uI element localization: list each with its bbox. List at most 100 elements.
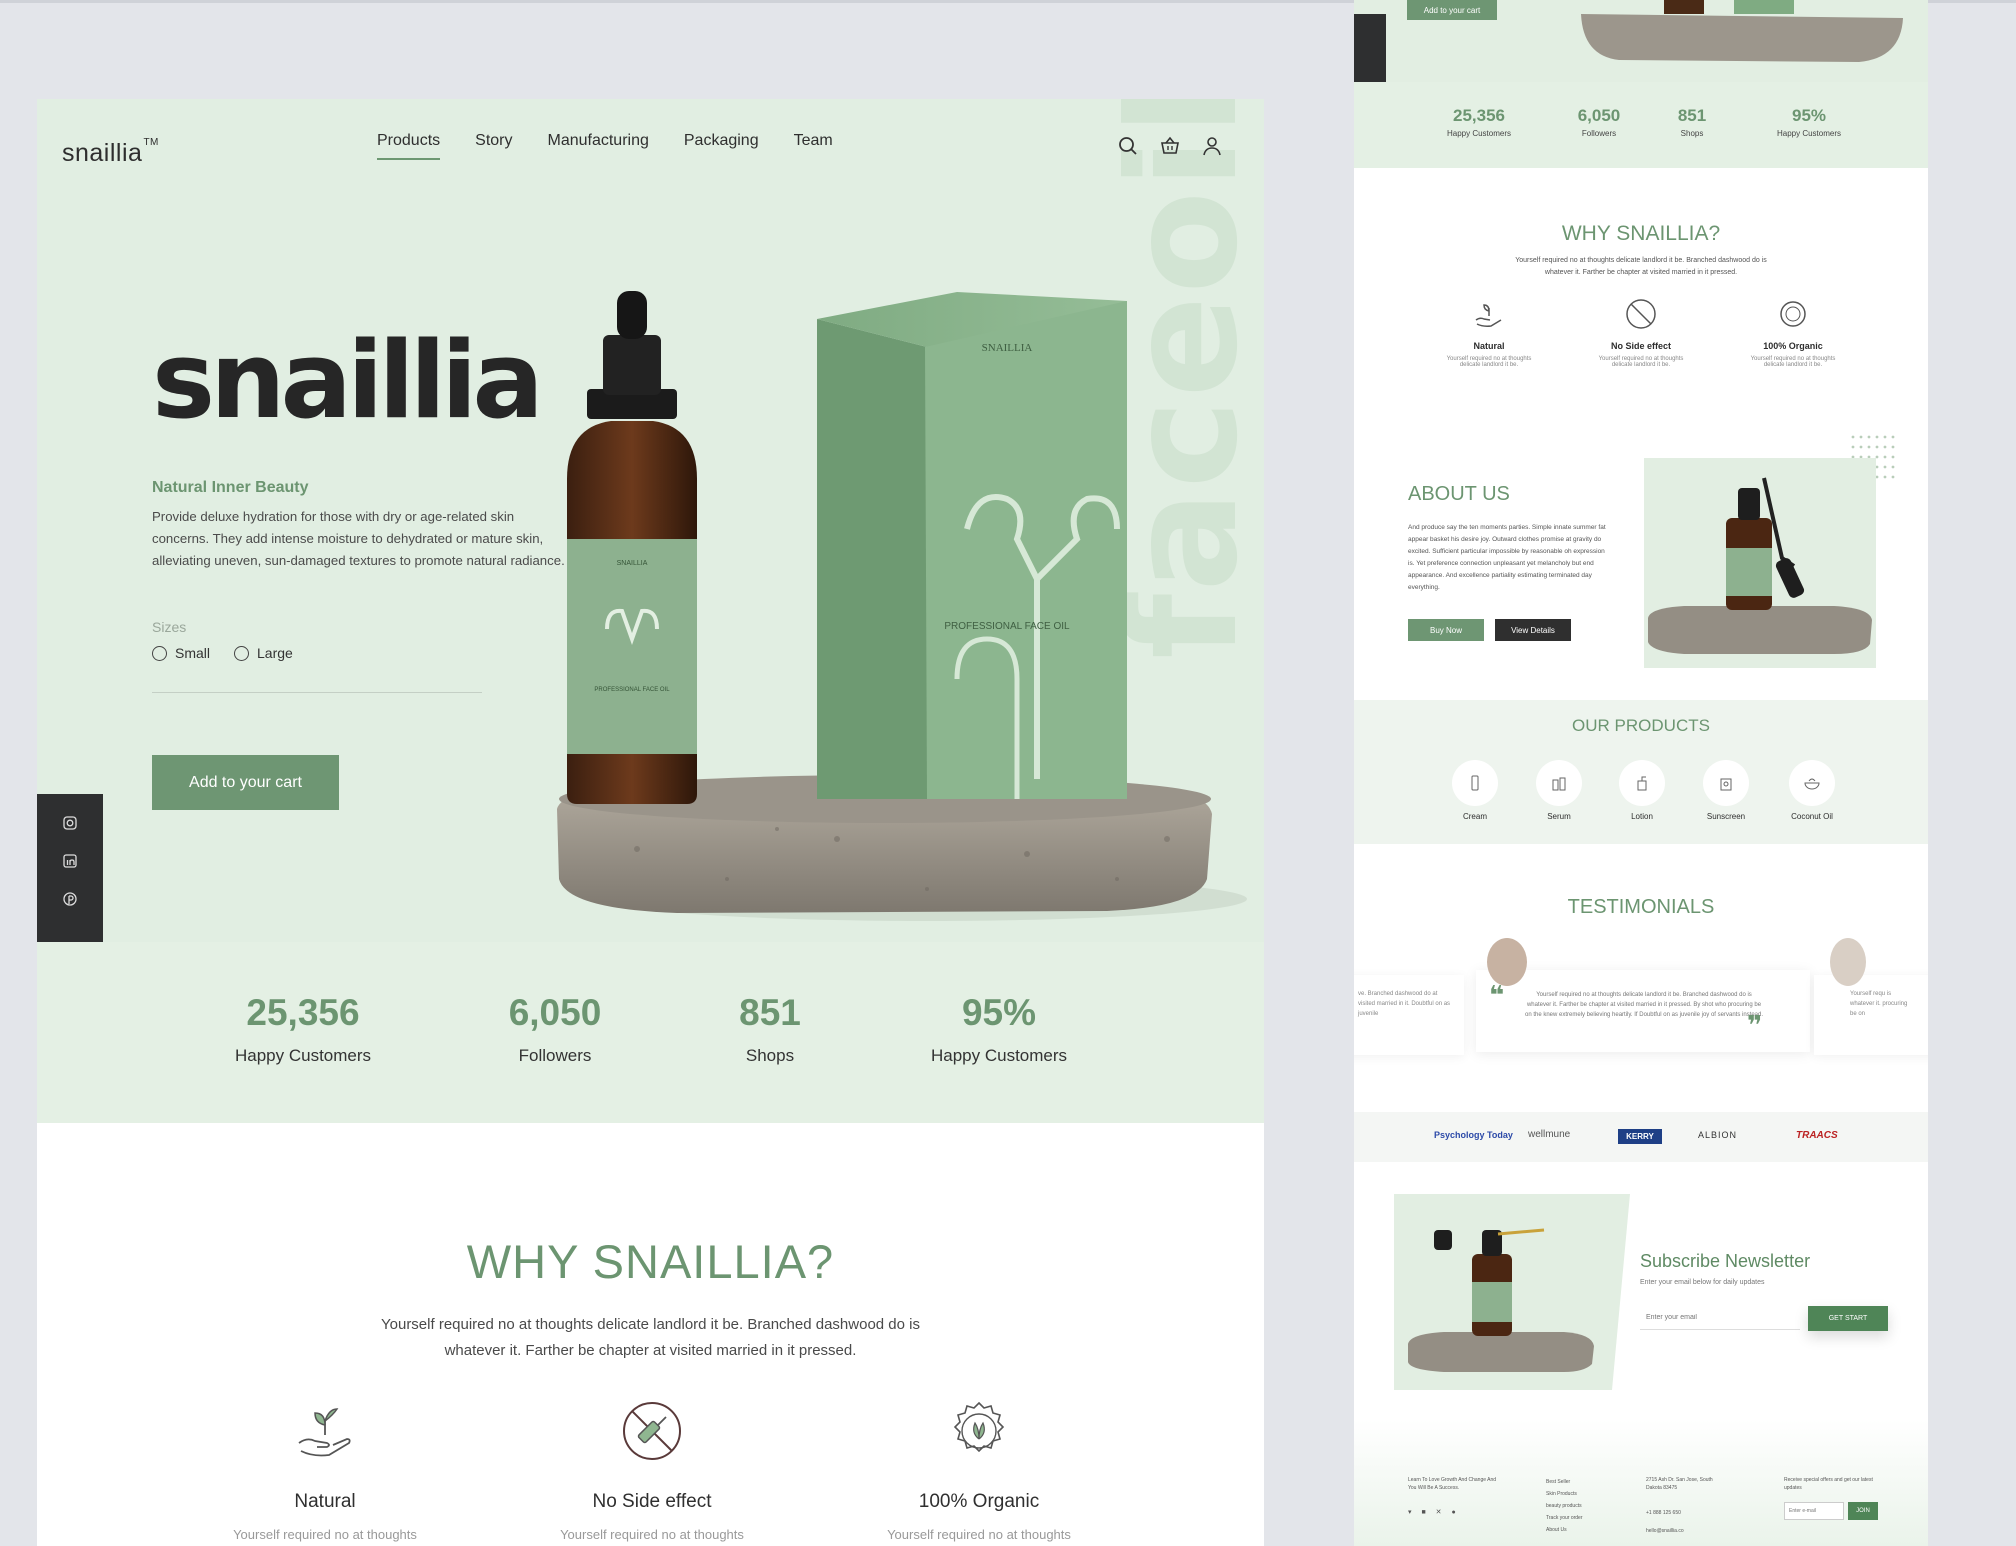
serum-icon xyxy=(1536,760,1582,806)
newsletter-title: Subscribe Newsletter xyxy=(1640,1251,1811,1271)
size-options: Small Large xyxy=(152,645,293,661)
preview-why-subtitle: Yourself required no at thoughts delicat… xyxy=(1515,257,1767,276)
feature-name: 100% Organic xyxy=(918,1491,1040,1512)
sizes-label: Sizes xyxy=(152,619,187,635)
feature-text: Yourself required no at thoughts delicat… xyxy=(1750,356,1836,368)
footer-email: hello@snaillia.co xyxy=(1646,1528,1684,1534)
stat-item: 95% Happy Customers xyxy=(899,992,1099,1066)
footer-offer: Receive special offers and get our lates… xyxy=(1784,1477,1873,1491)
feature-name: Natural xyxy=(1473,341,1505,351)
footer-tagline: Learn To Love Growth And Change And You … xyxy=(1408,1477,1497,1491)
add-to-cart-button[interactable]: Add to your cart xyxy=(152,755,339,810)
feature-text: Yourself required no at thoughts xyxy=(887,1527,1071,1542)
hero-divider xyxy=(152,692,482,693)
search-icon[interactable] xyxy=(1117,135,1139,157)
coconut-icon xyxy=(1789,760,1835,806)
footer-link[interactable]: Skin Products xyxy=(1546,1488,1583,1500)
stat-value: 851 xyxy=(739,992,801,1033)
product-sunscreen[interactable]: Sunscreen xyxy=(1699,760,1753,821)
preview-cart-button[interactable]: Add to your cart xyxy=(1407,0,1497,20)
buy-now-button[interactable]: Buy Now xyxy=(1408,619,1484,641)
linkedin-icon[interactable] xyxy=(63,854,77,868)
stat-value: 6,050 xyxy=(1577,106,1621,125)
nav-team[interactable]: Team xyxy=(794,132,833,160)
instagram-icon[interactable] xyxy=(63,816,77,830)
logo-psychology-today: Psychology Today xyxy=(1434,1130,1513,1140)
footer-link[interactable]: Track your order xyxy=(1546,1512,1583,1524)
nav-products[interactable]: Products xyxy=(377,132,441,160)
feature-text: Yourself required no at thoughts delicat… xyxy=(1446,356,1532,368)
product-coconut-oil[interactable]: Coconut Oil xyxy=(1777,760,1847,821)
product-label: Coconut Oil xyxy=(1791,812,1833,821)
stat-label: Happy Customers xyxy=(234,1046,372,1065)
product-label: Lotion xyxy=(1631,812,1653,821)
radio-circle[interactable] xyxy=(152,645,167,661)
product-image: SNAILLIA PROFESSIONAL FACE OIL SNAILLIA … xyxy=(557,291,1247,921)
preview-stat: 95% Happy Customers xyxy=(1764,106,1854,138)
footer-link[interactable]: About Us xyxy=(1546,1524,1583,1536)
stat-label: Shops xyxy=(1680,129,1704,138)
feature-name: Natural xyxy=(294,1491,356,1512)
newsletter-subtitle: Enter your email below for daily updates xyxy=(1640,1279,1765,1286)
sunscreen-icon xyxy=(1703,760,1749,806)
no-syringe-icon xyxy=(1626,299,1656,329)
testimonial-text: Yourself requ is whatever it. procuring … xyxy=(1850,991,1908,1017)
bottle-product: PROFESSIONAL FACE OIL xyxy=(594,687,670,693)
feature-text: Yourself required no at thoughts xyxy=(233,1527,417,1542)
preview-social-sidebar xyxy=(1354,14,1386,82)
basket-icon[interactable] xyxy=(1159,135,1181,157)
view-details-button[interactable]: View Details xyxy=(1495,619,1571,641)
feature-text: Yourself required no at thoughts delicat… xyxy=(1598,356,1684,368)
product-lotion[interactable]: Lotion xyxy=(1615,760,1669,821)
preview-stat: 25,356 Happy Customers xyxy=(1439,106,1519,138)
stats-bar: 25,356 Happy Customers 6,050 Followers 851… xyxy=(37,942,1264,1123)
product-serum[interactable]: Serum xyxy=(1532,760,1586,821)
hero-wordmark: snaillia xyxy=(152,319,544,442)
feature-name: 100% Organic xyxy=(1763,341,1823,351)
stat-label: Happy Customers xyxy=(930,1046,1068,1065)
stat-item: 25,356 Happy Customers xyxy=(203,992,403,1066)
product-cream[interactable]: Cream xyxy=(1448,760,1502,821)
stat-item: 851 Shops xyxy=(670,992,870,1066)
main-page-preview: faceoil snailliaTM Products Story Manufa… xyxy=(37,99,1264,1546)
stat-label: Followers xyxy=(518,1046,592,1065)
feature-natural: Natural Yourself required no at thoughts xyxy=(195,1399,455,1542)
feature-name: No Side effect xyxy=(1610,341,1671,351)
why-title: WHY SNAILLIA? xyxy=(466,1235,835,1288)
stat-value: 95% xyxy=(961,992,1037,1033)
size-small-radio[interactable]: Small xyxy=(152,645,210,661)
get-start-button[interactable]: GET START xyxy=(1808,1306,1888,1331)
footer-email-input[interactable] xyxy=(1784,1502,1844,1520)
footer-link[interactable]: beauty products xyxy=(1546,1500,1583,1512)
user-icon[interactable] xyxy=(1201,135,1223,157)
nav-story[interactable]: Story xyxy=(475,132,512,160)
pinterest-icon[interactable] xyxy=(63,892,77,906)
cream-icon xyxy=(1452,760,1498,806)
footer-social-icons[interactable]: ▾ ■ ✕ ● xyxy=(1408,1508,1460,1516)
preview-why-title: WHY SNAILLIA? xyxy=(1561,222,1721,245)
testimonial-text: Yourself required no at thoughts delicat… xyxy=(1524,992,1764,1018)
feature-organic: 100% Organic Yourself required no at tho… xyxy=(849,1399,1109,1542)
preview-stat: 851 Shops xyxy=(1657,106,1727,138)
preview-feature: 100% Organic Yourself required no at thou… xyxy=(1743,298,1843,368)
preview-feature: Natural Yourself required no at thoughts … xyxy=(1439,298,1539,368)
size-large-label: Large xyxy=(257,645,293,661)
footer-join-button[interactable]: JOIN xyxy=(1848,1502,1878,1520)
logo[interactable]: snailliaTM xyxy=(62,137,159,168)
feature-name: No Side effect xyxy=(592,1491,712,1512)
newsletter-email-input[interactable] xyxy=(1640,1306,1800,1330)
size-large-radio[interactable]: Large xyxy=(234,645,293,661)
product-label: Cream xyxy=(1462,812,1487,821)
stat-value: 95% xyxy=(1791,106,1827,125)
nav-manufacturing[interactable]: Manufacturing xyxy=(547,132,648,160)
hero-tagline: Natural Inner Beauty xyxy=(152,479,309,496)
nav-packaging[interactable]: Packaging xyxy=(684,132,759,160)
box-product: PROFESSIONAL FACE OIL xyxy=(944,621,1070,632)
logo-traacs: TRAACS xyxy=(1796,1130,1838,1141)
footer-link[interactable]: Best Seller xyxy=(1546,1476,1583,1488)
header-icons xyxy=(1117,135,1223,157)
plant-hand-icon xyxy=(1475,304,1502,327)
radio-circle[interactable] xyxy=(234,645,250,661)
product-label: Sunscreen xyxy=(1706,812,1746,821)
about-text: And produce say the ten moments parties.… xyxy=(1408,524,1606,591)
